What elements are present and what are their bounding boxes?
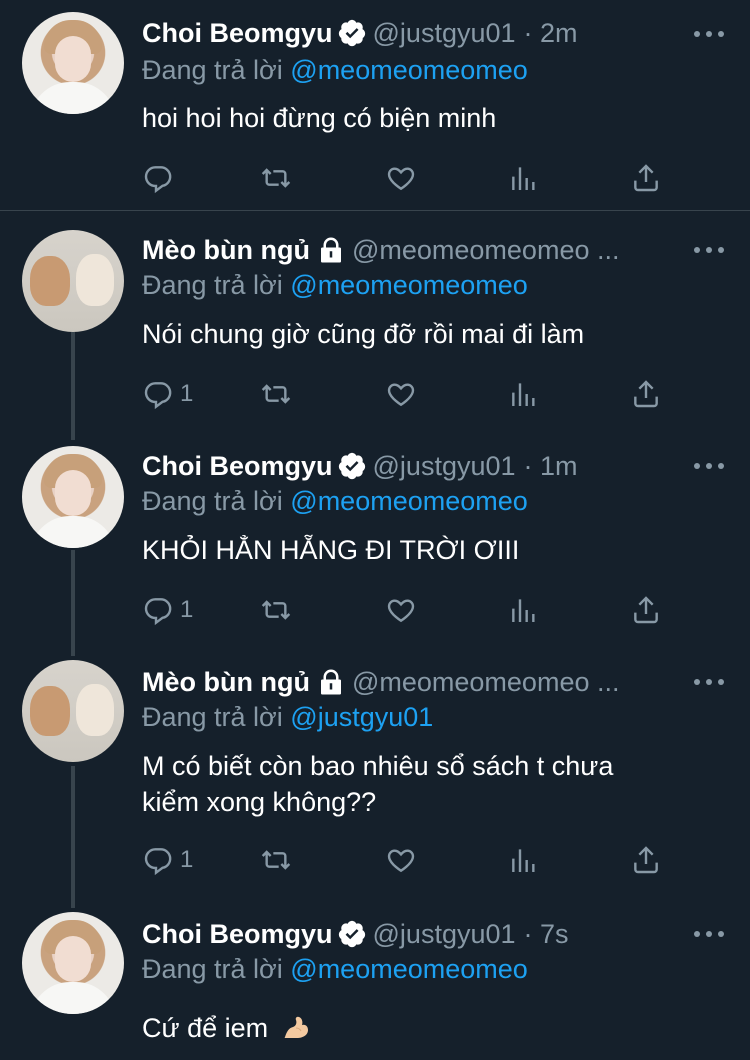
reply-context: Đang trả lời @meomeomeomeo	[142, 55, 528, 85]
mention-link[interactable]: @meomeomeomeo	[290, 486, 528, 516]
tweet-text: hoi hoi hoi đừng có biện minh	[142, 103, 497, 133]
share-button[interactable]	[630, 592, 662, 628]
reply-context: Đang trả lời @meomeomeomeo	[142, 270, 528, 300]
retweet-button[interactable]	[260, 842, 292, 878]
share-icon	[634, 380, 658, 408]
analytics-button[interactable]	[508, 376, 540, 412]
reply-count: 1	[180, 846, 194, 873]
retweet-button[interactable]	[260, 376, 292, 412]
reply-icon	[144, 848, 172, 876]
author-handle: @justgyu01	[372, 17, 516, 48]
heart-icon	[387, 167, 415, 191]
analytics-button[interactable]	[508, 842, 540, 878]
author-name[interactable]: Choi Beomgyu	[142, 18, 333, 49]
share-icon	[634, 164, 658, 192]
share-icon	[634, 846, 658, 874]
analytics-button[interactable]	[508, 592, 540, 628]
avatar[interactable]	[22, 660, 124, 762]
reply-button[interactable]: 1	[142, 592, 193, 628]
retweet-icon	[261, 850, 291, 870]
author-handle: @justgyu01	[372, 450, 516, 481]
mention-link[interactable]: @meomeomeomeo	[290, 55, 528, 85]
timestamp[interactable]: · 2m	[524, 18, 578, 49]
reply-count: 1	[180, 596, 194, 623]
like-button[interactable]	[385, 160, 417, 196]
author-handle: @meomeomeomeo ...	[351, 666, 620, 697]
share-icon	[634, 596, 658, 624]
analytics-icon	[512, 383, 535, 406]
verified-badge-icon	[338, 452, 365, 480]
heart-icon	[387, 599, 415, 623]
analytics-button[interactable]	[508, 160, 540, 196]
retweet-button[interactable]	[260, 592, 292, 628]
reply-button[interactable]: 1	[142, 376, 193, 412]
analytics-icon	[512, 849, 535, 872]
timestamp[interactable]: · 7s	[524, 919, 569, 950]
share-button[interactable]	[630, 842, 662, 878]
author-name[interactable]: Mèo bùn ngủ	[142, 235, 310, 266]
tweet-text: Cứ để iem	[142, 1010, 712, 1046]
heart-icon	[387, 383, 415, 407]
reply-context: Đang trả lời @justgyu01	[142, 702, 434, 732]
more-options-icon[interactable]	[694, 924, 724, 944]
retweet-icon	[261, 600, 291, 620]
tweet-actions: 1	[142, 376, 682, 412]
more-options-icon[interactable]	[694, 456, 724, 476]
retweet-icon	[261, 384, 291, 404]
tweet-text: M có biết còn bao nhiêu sổ sách t chưa k…	[142, 748, 712, 820]
share-button[interactable]	[630, 160, 662, 196]
author-name[interactable]: Choi Beomgyu	[142, 919, 333, 950]
lock-icon	[320, 237, 341, 263]
heart-icon	[387, 849, 415, 873]
mention-link[interactable]: @justgyu01	[290, 702, 433, 732]
reply-icon	[144, 382, 172, 410]
mention-link[interactable]: @meomeomeomeo	[290, 954, 528, 984]
avatar[interactable]	[22, 12, 124, 114]
reply-button[interactable]: 1	[142, 842, 193, 878]
share-button[interactable]	[630, 376, 662, 412]
author-name[interactable]: Choi Beomgyu	[142, 451, 333, 482]
reply-icon	[144, 598, 172, 626]
tweet-actions	[142, 160, 682, 196]
author-handle: @meomeomeomeo ...	[351, 234, 620, 265]
reply-context: Đang trả lời @meomeomeomeo	[142, 954, 528, 984]
more-options-icon[interactable]	[694, 672, 724, 692]
like-button[interactable]	[385, 592, 417, 628]
retweet-button[interactable]	[260, 160, 292, 196]
tweet[interactable]: Choi Beomgyu @justgyu01 · 7s Đang trả lờ…	[0, 900, 750, 1060]
mention-link[interactable]: @meomeomeomeo	[290, 270, 528, 300]
tweet-text-line: kiểm xong không??	[142, 787, 377, 817]
flexed-biceps-icon	[284, 1016, 308, 1038]
tweet[interactable]: Choi Beomgyu @justgyu01 · 2m Đang trả lờ…	[0, 0, 750, 210]
avatar[interactable]	[22, 230, 124, 332]
author-handle: @justgyu01	[372, 918, 516, 949]
reply-context: Đang trả lời @meomeomeomeo	[142, 486, 528, 516]
tweet[interactable]: Choi Beomgyu @justgyu01 · 1m Đang trả lờ…	[0, 428, 750, 646]
verified-badge-icon	[338, 19, 365, 47]
avatar[interactable]	[22, 446, 124, 548]
author-name[interactable]: Mèo bùn ngủ	[142, 667, 310, 698]
tweet-text: KHỎI HẲN HẴNG ĐI TRỜI ƠIII	[142, 535, 520, 565]
timestamp[interactable]: · 1m	[524, 451, 578, 482]
tweet-actions: 1	[142, 842, 682, 878]
tweet[interactable]: Mèo bùn ngủ @meomeomeomeo ... Đang trả l…	[0, 646, 750, 900]
tweet-text: Nói chung giờ cũng đỡ rồi mai đi làm	[142, 319, 585, 349]
reply-count: 1	[180, 380, 194, 407]
verified-badge-icon	[338, 920, 365, 948]
more-options-icon[interactable]	[694, 240, 724, 260]
tweet-text-line: M có biết còn bao nhiêu sổ sách t chưa	[142, 751, 614, 781]
more-options-icon[interactable]	[694, 24, 724, 44]
analytics-icon	[512, 167, 535, 190]
lock-icon	[320, 669, 341, 695]
reply-button[interactable]	[142, 160, 180, 196]
reply-icon	[144, 166, 172, 194]
like-button[interactable]	[385, 842, 417, 878]
tweet[interactable]: Mèo bùn ngủ @meomeomeomeo ... Đang trả l…	[0, 210, 750, 428]
avatar[interactable]	[22, 912, 124, 1014]
tweet-actions: 1	[142, 592, 682, 628]
like-button[interactable]	[385, 376, 417, 412]
retweet-icon	[261, 168, 291, 188]
analytics-icon	[512, 599, 535, 622]
tweet-text-body: Cứ để iem	[142, 1013, 269, 1043]
